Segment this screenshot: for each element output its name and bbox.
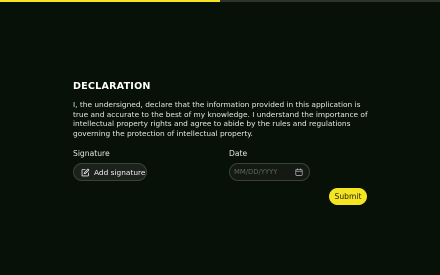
edit-icon	[81, 168, 90, 177]
date-field[interactable]	[229, 163, 310, 181]
signature-label: Signature	[73, 149, 110, 158]
submit-button[interactable]: Submit	[329, 188, 367, 205]
date-input[interactable]	[234, 168, 295, 176]
progress-bar-fill	[0, 0, 220, 2]
declaration-text: I, the undersigned, declare that the inf…	[73, 100, 368, 138]
declaration-form-page: DECLARATION I, the undersigned, declare …	[0, 0, 440, 275]
calendar-icon[interactable]	[295, 168, 303, 176]
add-signature-label: Add signature	[94, 167, 146, 177]
progress-bar	[0, 0, 440, 2]
add-signature-button[interactable]: Add signature	[73, 163, 147, 181]
date-label: Date	[229, 149, 248, 158]
section-title: DECLARATION	[73, 81, 151, 92]
